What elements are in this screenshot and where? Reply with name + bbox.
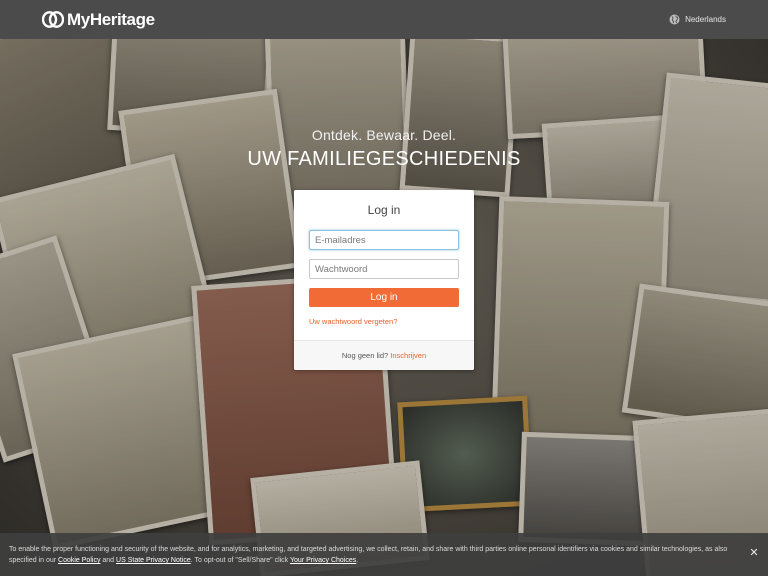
signup-link[interactable]: Inschrijven: [390, 351, 426, 360]
language-label: Nederlands: [685, 15, 726, 24]
cookie-text: .: [356, 557, 359, 564]
login-button[interactable]: Log in: [309, 288, 459, 307]
language-selector[interactable]: Nederlands: [669, 14, 726, 25]
hero-headline: UW FAMILIEGESCHIEDENIS: [247, 148, 521, 170]
hero-tagline: Ontdek. Bewaar. Deel.: [311, 127, 457, 143]
privacy-choices-link[interactable]: Your Privacy Choices: [290, 557, 356, 564]
cookie-policy-link[interactable]: Cookie Policy: [58, 557, 100, 564]
globe-icon: [669, 14, 680, 25]
close-icon[interactable]: ✕: [749, 548, 759, 559]
login-title: Log in: [367, 203, 401, 217]
cookie-text: . To opt-out of "Sell/Share" click: [190, 557, 290, 564]
privacy-notice-link[interactable]: US State Privacy Notice: [116, 557, 191, 564]
cookie-banner: To enable the proper functioning and sec…: [0, 533, 768, 576]
password-input[interactable]: [309, 259, 459, 279]
cookie-text: and: [100, 557, 117, 564]
myheritage-logo-icon: [41, 10, 65, 29]
top-bar: MyHeritage Nederlands: [0, 0, 768, 39]
signup-prompt: Nog geen lid? Inschrijven: [294, 340, 474, 370]
login-card: Log in Log in Uw wachtwoord vergeten? No…: [294, 190, 474, 370]
no-account-text: Nog geen lid?: [341, 351, 389, 360]
brand-name: MyHeritage: [67, 10, 155, 29]
brand-logo[interactable]: MyHeritage: [41, 10, 155, 29]
forgot-password-link[interactable]: Uw wachtwoord vergeten?: [309, 317, 397, 326]
email-input[interactable]: [309, 230, 459, 250]
